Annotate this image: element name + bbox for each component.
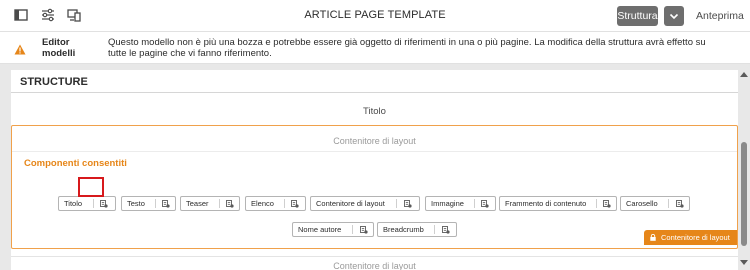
title-component[interactable]: Titolo	[11, 106, 738, 117]
chevron-down-icon	[669, 13, 679, 20]
component-chip-elenco[interactable]: Elenco	[245, 196, 306, 211]
divider	[155, 199, 156, 208]
policy-icon[interactable]	[100, 200, 108, 208]
scrollbar-thumb[interactable]	[741, 142, 747, 246]
policy-icon[interactable]	[162, 200, 170, 208]
template-editor-alert: Editor modelli Questo modello non è più …	[0, 32, 750, 64]
chip-label: Breadcrumb	[383, 225, 424, 234]
chip-label: Elenco	[251, 199, 274, 208]
divider	[474, 199, 475, 208]
layout-container-placeholder: Contenitore di layout	[333, 136, 416, 146]
divider	[11, 92, 738, 93]
scroll-down-arrow-icon[interactable]	[740, 260, 748, 265]
policy-icon[interactable]	[360, 226, 368, 234]
policy-icon[interactable]	[481, 200, 489, 208]
component-chip-breadcrumb[interactable]: Breadcrumb	[377, 222, 457, 237]
divider	[219, 199, 220, 208]
preview-button[interactable]: Anteprima	[696, 6, 744, 26]
vertical-scrollbar[interactable]	[738, 70, 750, 270]
chip-label: Immagine	[431, 199, 464, 208]
chip-label: Frammento di contenuto	[505, 199, 587, 208]
policy-icon[interactable]	[676, 200, 684, 208]
divider	[396, 199, 397, 208]
structure-panel: STRUCTURE Titolo Contenitore di layout C…	[11, 70, 738, 270]
lock-icon	[650, 234, 656, 241]
policy-highlight	[78, 177, 104, 197]
second-layout-container-placeholder[interactable]: Contenitore di layout	[11, 261, 738, 270]
divider	[12, 151, 737, 152]
divider	[93, 199, 94, 208]
mode-dropdown-button[interactable]	[664, 6, 684, 26]
badge-label: Contenitore di layout	[661, 233, 730, 242]
warning-icon	[14, 42, 26, 55]
policy-icon[interactable]	[404, 200, 412, 208]
component-chip-carosello[interactable]: Carosello	[620, 196, 690, 211]
component-chip-immagine[interactable]: Immagine	[425, 196, 496, 211]
divider	[434, 225, 435, 234]
editor-canvas: STRUCTURE Titolo Contenitore di layout C…	[0, 64, 750, 270]
chip-label: Titolo	[64, 199, 83, 208]
component-chip-content-fragment[interactable]: Frammento di contenuto	[499, 196, 617, 211]
divider	[596, 199, 597, 208]
scroll-up-arrow-icon[interactable]	[740, 72, 748, 77]
chip-label: Nome autore	[298, 225, 342, 234]
alert-message: Questo modello non è più una bozza e pot…	[108, 37, 706, 59]
component-chip-layout-container[interactable]: Contenitore di layout	[310, 196, 420, 211]
component-chip-testo[interactable]: Testo	[121, 196, 176, 211]
component-chip-teaser[interactable]: Teaser	[180, 196, 240, 211]
top-toolbar: ARTICLE PAGE TEMPLATE Struttura Anteprim…	[0, 0, 750, 32]
divider	[352, 225, 353, 234]
chip-label: Carosello	[626, 199, 658, 208]
component-chip-titolo[interactable]: Titolo	[58, 196, 116, 211]
layout-container-badge[interactable]: Contenitore di layout	[644, 230, 737, 245]
component-chip-nome-autore[interactable]: Nome autore	[292, 222, 374, 237]
structure-mode-button[interactable]: Struttura	[617, 6, 658, 26]
divider	[668, 199, 669, 208]
chip-label: Contenitore di layout	[316, 199, 385, 208]
layout-container[interactable]: Contenitore di layout Componenti consent…	[11, 125, 738, 249]
allowed-components-title: Componenti consentiti	[24, 158, 127, 169]
policy-icon[interactable]	[442, 226, 450, 234]
divider	[11, 256, 738, 257]
policy-icon[interactable]	[603, 200, 611, 208]
structure-section-label: STRUCTURE	[20, 76, 88, 88]
policy-icon[interactable]	[291, 200, 299, 208]
chip-label: Testo	[127, 199, 145, 208]
policy-icon[interactable]	[226, 200, 234, 208]
divider	[284, 199, 285, 208]
alert-label: Editor modelli	[42, 37, 76, 59]
chip-label: Teaser	[186, 199, 209, 208]
